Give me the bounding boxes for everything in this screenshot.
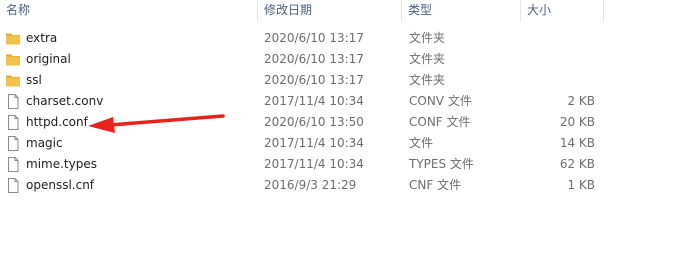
column-divider[interactable] (603, 0, 604, 22)
file-type: 文件夹 (409, 73, 446, 87)
file-name: openssl.cnf (26, 178, 95, 192)
file-size: 14 KB (559, 136, 595, 150)
file-date: 2020/6/10 13:17 (264, 52, 364, 66)
file-row-openssl-cnf[interactable]: openssl.cnf 2016/9/3 21:29 CNF 文件 1 KB (0, 175, 610, 196)
file-date: 2017/11/4 10:34 (264, 94, 364, 108)
file-type: 文件夹 (409, 52, 446, 66)
folder-icon (6, 33, 20, 45)
file-name: mime.types (26, 157, 97, 171)
file-row-original[interactable]: original 2020/6/10 13:17 文件夹 (0, 49, 610, 70)
file-row-magic[interactable]: magic 2017/11/4 10:34 文件 14 KB (0, 133, 610, 154)
column-header-date[interactable]: 修改日期 (258, 0, 400, 22)
file-row-extra[interactable]: extra 2020/6/10 13:17 文件夹 (0, 28, 610, 49)
file-size: 62 KB (559, 157, 595, 171)
file-name: httpd.conf (26, 115, 88, 129)
file-name: original (26, 52, 71, 66)
file-name: extra (26, 31, 58, 45)
file-name: ssl (26, 73, 42, 87)
column-header-type[interactable]: 类型 (402, 0, 519, 22)
file-type: CONF 文件 (409, 115, 471, 129)
file-date: 2017/11/4 10:34 (264, 157, 364, 171)
file-date: 2020/6/10 13:17 (264, 73, 364, 87)
file-row-charset-conv[interactable]: charset.conv 2017/11/4 10:34 CONV 文件 2 K… (0, 91, 610, 112)
file-icon (8, 94, 19, 109)
file-date: 2020/6/10 13:50 (264, 115, 364, 129)
file-type: TYPES 文件 (409, 157, 474, 171)
file-date: 2016/9/3 21:29 (264, 178, 357, 192)
file-type: CONV 文件 (409, 94, 472, 108)
file-list: extra 2020/6/10 13:17 文件夹 original 2020/… (0, 28, 695, 196)
file-icon (8, 136, 19, 151)
file-type: CNF 文件 (409, 178, 462, 192)
file-type: 文件 (409, 136, 434, 150)
file-row-ssl[interactable]: ssl 2020/6/10 13:17 文件夹 (0, 70, 610, 91)
file-type: 文件夹 (409, 31, 446, 45)
file-size: 20 KB (559, 115, 595, 129)
file-icon (8, 115, 19, 130)
file-icon (8, 178, 19, 193)
file-name: charset.conv (26, 94, 104, 108)
folder-icon (6, 75, 20, 87)
file-row-httpd-conf[interactable]: httpd.conf 2020/6/10 13:50 CONF 文件 20 KB (0, 112, 610, 133)
column-header-bar: ˄ 名称 修改日期 类型 大小 (0, 0, 695, 22)
file-date: 2020/6/10 13:17 (264, 31, 364, 45)
column-header-name[interactable]: 名称 (0, 0, 256, 22)
file-size: 1 KB (567, 178, 595, 192)
file-name: magic (26, 136, 63, 150)
file-icon (8, 157, 19, 172)
file-date: 2017/11/4 10:34 (264, 136, 364, 150)
column-header-size[interactable]: 大小 (521, 0, 603, 22)
folder-icon (6, 54, 20, 66)
file-row-mime-types[interactable]: mime.types 2017/11/4 10:34 TYPES 文件 62 K… (0, 154, 610, 175)
file-size: 2 KB (567, 94, 595, 108)
